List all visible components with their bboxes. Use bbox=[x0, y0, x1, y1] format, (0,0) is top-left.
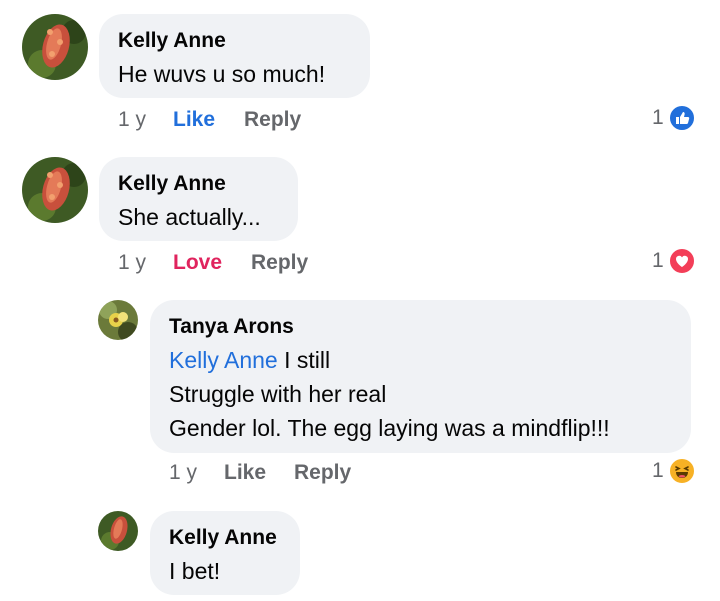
comment-actions: 1 y bbox=[118, 108, 146, 132]
comment-text: He wuvs u so much! bbox=[118, 61, 326, 87]
like-button[interactable]: Like bbox=[224, 461, 266, 484]
reaction-summary[interactable]: 1 bbox=[652, 247, 696, 275]
love-button[interactable]: Love bbox=[173, 251, 222, 274]
reaction-count: 1 bbox=[652, 249, 664, 272]
reply-action-wrap: Reply bbox=[244, 108, 301, 132]
comment-text-line-2: Struggle with her real bbox=[169, 381, 387, 407]
comment-text: She actually... bbox=[118, 204, 261, 230]
comment-author[interactable]: Tanya Arons bbox=[169, 315, 294, 339]
flower-avatar-icon bbox=[98, 511, 138, 551]
avatar[interactable] bbox=[22, 14, 88, 80]
reaction-count: 1 bbox=[652, 106, 664, 129]
comment-author[interactable]: Kelly Anne bbox=[118, 172, 226, 196]
like-button[interactable]: Like bbox=[173, 108, 215, 131]
timestamp-wrap: 1 y bbox=[169, 461, 197, 485]
avatar[interactable] bbox=[98, 511, 138, 551]
comment-text-part: I still bbox=[277, 347, 331, 373]
comment-timestamp[interactable]: 1 y bbox=[169, 461, 197, 484]
reply-button[interactable]: Reply bbox=[244, 108, 301, 131]
comment-text-line-1: Kelly Anne I still bbox=[169, 343, 330, 377]
flower-avatar-icon bbox=[22, 157, 88, 223]
avatar[interactable] bbox=[22, 157, 88, 223]
like-reaction-icon bbox=[667, 104, 696, 132]
comment-text: I bet! bbox=[169, 558, 221, 584]
like-action-wrap: Like bbox=[173, 108, 215, 132]
comment-author[interactable]: Kelly Anne bbox=[169, 526, 277, 550]
reaction-summary[interactable]: 1 bbox=[652, 104, 696, 132]
avatar[interactable] bbox=[98, 300, 138, 340]
reply-action-wrap: Reply bbox=[294, 461, 351, 485]
timestamp-wrap: 1 y bbox=[118, 251, 146, 275]
comment-author[interactable]: Kelly Anne bbox=[118, 29, 226, 53]
comment-text-line-3: Gender lol. The egg laying was a mindfli… bbox=[169, 415, 610, 441]
reply-action-wrap: Reply bbox=[251, 251, 308, 275]
mention-link[interactable]: Kelly Anne bbox=[169, 347, 278, 373]
haha-reaction-icon bbox=[667, 457, 696, 485]
flower-avatar-icon bbox=[22, 14, 88, 80]
comment-timestamp[interactable]: 1 y bbox=[118, 108, 146, 131]
flower-avatar-icon bbox=[98, 300, 138, 340]
reply-button[interactable]: Reply bbox=[251, 251, 308, 274]
like-action-wrap: Like bbox=[224, 461, 266, 485]
love-reaction-icon bbox=[667, 247, 696, 275]
love-action-wrap: Love bbox=[173, 251, 222, 275]
reaction-summary[interactable]: 1 bbox=[652, 457, 696, 485]
comment-timestamp[interactable]: 1 y bbox=[118, 251, 146, 274]
reaction-count: 1 bbox=[652, 459, 664, 482]
reply-button[interactable]: Reply bbox=[294, 461, 351, 484]
